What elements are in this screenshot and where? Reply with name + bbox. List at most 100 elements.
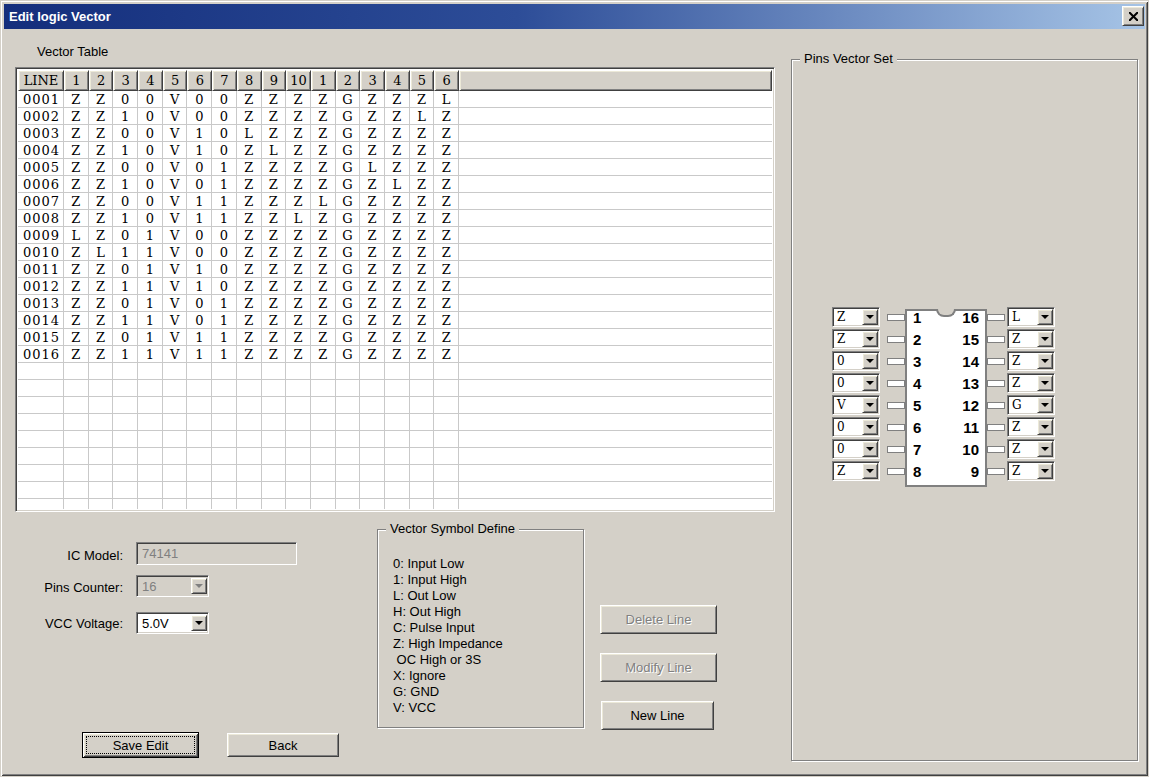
vector-cell: Z [64,312,89,329]
pin-3-dropdown-button[interactable] [862,353,878,369]
vector-cell: Z [385,210,410,227]
legend-line: L: Out Low [393,588,503,604]
vector-cell: Z [434,244,459,261]
row-filler [459,295,772,312]
table-row[interactable]: 0014ZZ11V01ZZZZGZZZZ [18,312,772,329]
pin-4-combo[interactable]: 0 [832,373,880,393]
ic-model-label: IC Model: [21,548,123,563]
pin-3-combo[interactable]: 0 [832,351,880,371]
pin-15-combo[interactable]: Z [1007,329,1055,349]
vector-cell: 0 [113,91,138,108]
vector-cell: Z [89,108,114,125]
pin-6-combo[interactable]: 0 [832,417,880,437]
chevron-down-icon [1041,403,1049,407]
vector-cell: Z [286,312,311,329]
pins-counter-combo[interactable]: 16 [136,575,209,597]
pin-8-combo[interactable]: Z [832,461,880,481]
table-row[interactable]: 0007ZZ00V11ZZZLGZZZZ [18,193,772,210]
pin-5-dropdown-button[interactable] [862,397,878,413]
vector-cell: Z [385,346,410,363]
modify-line-button[interactable]: Modify Line [600,653,717,682]
pin-11-dropdown-button[interactable] [1037,419,1053,435]
table-row[interactable]: 0010ZL11V00ZZZZGZZZZ [18,244,772,261]
table-row[interactable]: 0006ZZ10V01ZZZZGZLZZ [18,176,772,193]
pin-2-dropdown-button[interactable] [862,331,878,347]
row-filler [459,499,772,509]
row-filler [459,261,772,278]
pin-10-combo[interactable]: Z [1007,439,1055,459]
vector-cell [336,380,361,397]
vector-cell: Z [410,295,435,312]
pin-16-combo[interactable]: L [1007,307,1055,327]
pin-14-combo[interactable]: Z [1007,351,1055,371]
pin-13-combo[interactable]: Z [1007,373,1055,393]
vector-cell [212,431,237,448]
line-number-cell [18,397,64,414]
pin-11-combo[interactable]: Z [1007,417,1055,437]
table-row[interactable]: 0015ZZ01V11ZZZZGZZZZ [18,329,772,346]
table-row[interactable]: 0001ZZ00V00ZZZZGZZZL [18,91,772,108]
table-row[interactable]: 0011ZZ01V10ZZZZGZZZZ [18,261,772,278]
save-edit-button[interactable]: Save Edit [82,732,199,758]
vector-cell [163,380,188,397]
vector-table-grid[interactable]: LINE12345678910123456 0001ZZ00V00ZZZZGZZ… [15,67,775,512]
pin-9-stub [987,468,1005,475]
vector-cell: 0 [212,261,237,278]
pin-9-dropdown-button[interactable] [1037,463,1053,479]
pin-7-dropdown-button[interactable] [862,441,878,457]
vcc-voltage-combo[interactable]: 5.0V [136,612,209,634]
new-line-button[interactable]: New Line [601,701,714,730]
pin-13-dropdown-button[interactable] [1037,375,1053,391]
pin-12-combo[interactable]: G [1007,395,1055,415]
pin-15-dropdown-button[interactable] [1037,331,1053,347]
pin-1-value: Z [833,310,862,324]
vector-cell: 1 [138,346,163,363]
vector-cell: V [163,193,188,210]
delete-line-button[interactable]: Delete Line [600,605,717,634]
ic-model-field[interactable]: 74141 [136,542,297,565]
pin-7-combo[interactable]: 0 [832,439,880,459]
pin-12-dropdown-button[interactable] [1037,397,1053,413]
close-button[interactable] [1122,6,1144,26]
vector-cell: Z [360,227,385,244]
chevron-down-icon [1041,469,1049,473]
pins-counter-dropdown-button[interactable] [191,578,207,594]
table-row[interactable]: 0013ZZ01V01ZZZZGZZZZ [18,295,772,312]
table-row[interactable]: 0009LZ01V00ZZZZGZZZZ [18,227,772,244]
vector-cell: V [163,329,188,346]
pin-8-dropdown-button[interactable] [862,463,878,479]
vcc-voltage-dropdown-button[interactable] [191,615,207,631]
vector-cell: G [336,176,361,193]
pin-14-dropdown-button[interactable] [1037,353,1053,369]
row-filler [459,193,772,210]
delete-line-label: Delete Line [626,612,692,627]
table-row[interactable]: 0003ZZ00V10LZZZGZZZZ [18,125,772,142]
table-row[interactable]: 0005ZZ00V01ZZZZGLZZZ [18,159,772,176]
table-row[interactable]: 0012ZZ11V10ZZZZGZZZZ [18,278,772,295]
vector-cell [336,465,361,482]
vector-cell [212,499,237,509]
pin-16-dropdown-button[interactable] [1037,309,1053,325]
vector-cell [286,380,311,397]
pin-9-combo[interactable]: Z [1007,461,1055,481]
table-row[interactable]: 0004ZZ10V10ZLZZGZZZZ [18,142,772,159]
pin-4-dropdown-button[interactable] [862,375,878,391]
vector-cell [360,380,385,397]
pin-5-combo[interactable]: V [832,395,880,415]
pin-1-combo[interactable]: Z [832,307,880,327]
vector-cell [360,363,385,380]
back-button[interactable]: Back [227,733,339,757]
pin-1-dropdown-button[interactable] [862,309,878,325]
vector-cell: G [336,125,361,142]
vector-cell [113,363,138,380]
grid-body: 0001ZZ00V00ZZZZGZZZL0002ZZ10V00ZZZZGZZLZ… [18,91,772,509]
vector-cell [64,465,89,482]
pin-10-dropdown-button[interactable] [1037,441,1053,457]
column-header-1: 1 [311,70,336,91]
pin-2-combo[interactable]: Z [832,329,880,349]
table-row[interactable]: 0008ZZ10V11ZZLZGZZZZ [18,210,772,227]
pin-6-dropdown-button[interactable] [862,419,878,435]
table-row[interactable]: 0016ZZ11V11ZZZZGZZZZ [18,346,772,363]
table-row[interactable]: 0002ZZ10V00ZZZZGZZLZ [18,108,772,125]
vector-cell: 0 [113,329,138,346]
